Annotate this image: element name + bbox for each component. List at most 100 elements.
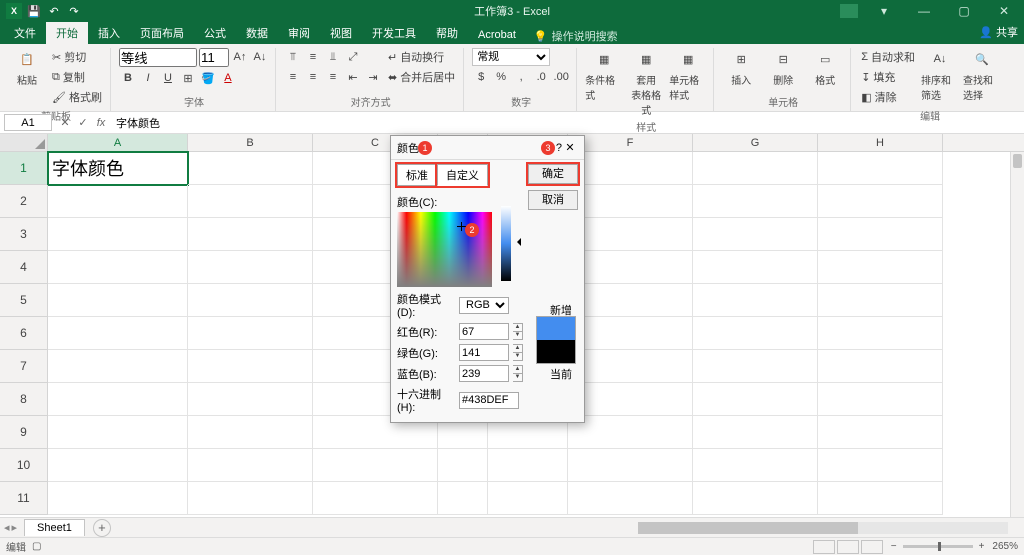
cell-G10[interactable] [693, 449, 818, 482]
name-box[interactable] [4, 114, 52, 131]
cell-E10[interactable] [488, 449, 568, 482]
cell-E11[interactable] [488, 482, 568, 515]
cell-F10[interactable] [568, 449, 693, 482]
cell-H2[interactable] [818, 185, 943, 218]
cell-D11[interactable] [438, 482, 488, 515]
clear-button[interactable]: ◧清除 [859, 88, 917, 106]
view-layout-icon[interactable] [837, 540, 859, 554]
font-size-input[interactable] [199, 48, 229, 67]
currency-icon[interactable]: $ [472, 68, 490, 86]
cell-B1[interactable] [188, 152, 313, 185]
fx-icon[interactable]: fx [92, 117, 110, 129]
row-header-3[interactable]: 3 [0, 218, 48, 251]
cell-A5[interactable] [48, 284, 188, 317]
grow-font-icon[interactable]: A↑ [231, 48, 249, 66]
cell-styles-button[interactable]: ▦单元格样式 [669, 48, 707, 102]
share-button[interactable]: 👤 共享 [979, 24, 1018, 40]
number-format-select[interactable]: 常规 [472, 48, 550, 66]
undo-icon[interactable]: ↶ [46, 3, 62, 19]
tab-formulas[interactable]: 公式 [194, 22, 236, 44]
cell-A4[interactable] [48, 251, 188, 284]
fill-button[interactable]: ↧填充 [859, 68, 917, 86]
cell-F7[interactable] [568, 350, 693, 383]
row-header-8[interactable]: 8 [0, 383, 48, 416]
close-button[interactable]: ✕ [984, 0, 1024, 22]
row-header-4[interactable]: 4 [0, 251, 48, 284]
align-center-icon[interactable]: ≡ [304, 68, 322, 86]
cell-F9[interactable] [568, 416, 693, 449]
col-header-h[interactable]: H [818, 134, 943, 151]
align-bot-icon[interactable]: ⫫ [324, 48, 342, 66]
cell-A1[interactable]: 字体颜色 [48, 152, 188, 185]
tell-me[interactable]: 💡操作说明搜索 [534, 28, 618, 44]
horizontal-scrollbar[interactable] [638, 522, 1008, 534]
cond-format-button[interactable]: ▦条件格式 [585, 48, 623, 102]
orientation-icon[interactable]: ⤢ [344, 48, 362, 66]
cell-H1[interactable] [818, 152, 943, 185]
merge-button[interactable]: ⬌合并后居中 [386, 68, 457, 86]
cell-F2[interactable] [568, 185, 693, 218]
row-header-2[interactable]: 2 [0, 185, 48, 218]
cell-G3[interactable] [693, 218, 818, 251]
cell-F3[interactable] [568, 218, 693, 251]
cell-B6[interactable] [188, 317, 313, 350]
red-input[interactable] [459, 323, 509, 340]
cell-B2[interactable] [188, 185, 313, 218]
cell-G1[interactable] [693, 152, 818, 185]
cell-G2[interactable] [693, 185, 818, 218]
sheet-nav-next-icon[interactable]: ▸ [12, 521, 18, 534]
redo-icon[interactable]: ↷ [66, 3, 82, 19]
cell-H6[interactable] [818, 317, 943, 350]
tab-custom[interactable]: 自定义 [437, 164, 488, 186]
maximize-button[interactable]: ▢ [944, 0, 984, 22]
cell-G7[interactable] [693, 350, 818, 383]
blue-spinner[interactable]: ▲▼ [513, 365, 523, 382]
minimize-button[interactable]: — [904, 0, 944, 22]
cell-G9[interactable] [693, 416, 818, 449]
tab-acrobat[interactable]: Acrobat [468, 26, 526, 44]
underline-button[interactable]: U [159, 69, 177, 87]
cell-H5[interactable] [818, 284, 943, 317]
row-header-1[interactable]: 1 [0, 152, 48, 185]
cell-F4[interactable] [568, 251, 693, 284]
insert-cells-button[interactable]: ⊞插入 [722, 48, 760, 87]
tab-home[interactable]: 开始 [46, 22, 88, 44]
formula-input[interactable]: 字体颜色 [110, 115, 1024, 131]
sort-filter-button[interactable]: A↓排序和筛选 [921, 48, 959, 102]
cell-B9[interactable] [188, 416, 313, 449]
cell-G8[interactable] [693, 383, 818, 416]
red-spinner[interactable]: ▲▼ [513, 323, 523, 340]
cell-G5[interactable] [693, 284, 818, 317]
cell-H8[interactable] [818, 383, 943, 416]
dec-dec-icon[interactable]: .00 [552, 68, 570, 86]
comma-icon[interactable]: , [512, 68, 530, 86]
align-left-icon[interactable]: ≡ [284, 68, 302, 86]
tab-review[interactable]: 审阅 [278, 22, 320, 44]
cell-A3[interactable] [48, 218, 188, 251]
indent-dec-icon[interactable]: ⇤ [344, 68, 362, 86]
view-break-icon[interactable] [861, 540, 883, 554]
color-gradient-picker[interactable] [397, 212, 492, 287]
view-normal-icon[interactable] [813, 540, 835, 554]
cell-A11[interactable] [48, 482, 188, 515]
fill-color-button[interactable]: 🪣 [199, 69, 217, 87]
blue-input[interactable] [459, 365, 509, 382]
cell-G11[interactable] [693, 482, 818, 515]
cell-H3[interactable] [818, 218, 943, 251]
cell-H10[interactable] [818, 449, 943, 482]
cell-D10[interactable] [438, 449, 488, 482]
row-header-9[interactable]: 9 [0, 416, 48, 449]
cut-button[interactable]: ✂剪切 [50, 48, 104, 66]
row-header-6[interactable]: 6 [0, 317, 48, 350]
cancel-formula-icon[interactable]: ✕ [56, 116, 74, 129]
align-top-icon[interactable]: ⫪ [284, 48, 302, 66]
row-header-5[interactable]: 5 [0, 284, 48, 317]
ok-button[interactable]: 确定 [528, 164, 578, 184]
delete-cells-button[interactable]: ⊟删除 [764, 48, 802, 87]
table-format-button[interactable]: ▦套用 表格格式 [627, 48, 665, 117]
font-color-button[interactable]: A [219, 69, 237, 87]
sheet-tab-1[interactable]: Sheet1 [24, 519, 85, 536]
cell-B7[interactable] [188, 350, 313, 383]
color-mode-select[interactable]: RGB [459, 297, 509, 314]
align-right-icon[interactable]: ≡ [324, 68, 342, 86]
